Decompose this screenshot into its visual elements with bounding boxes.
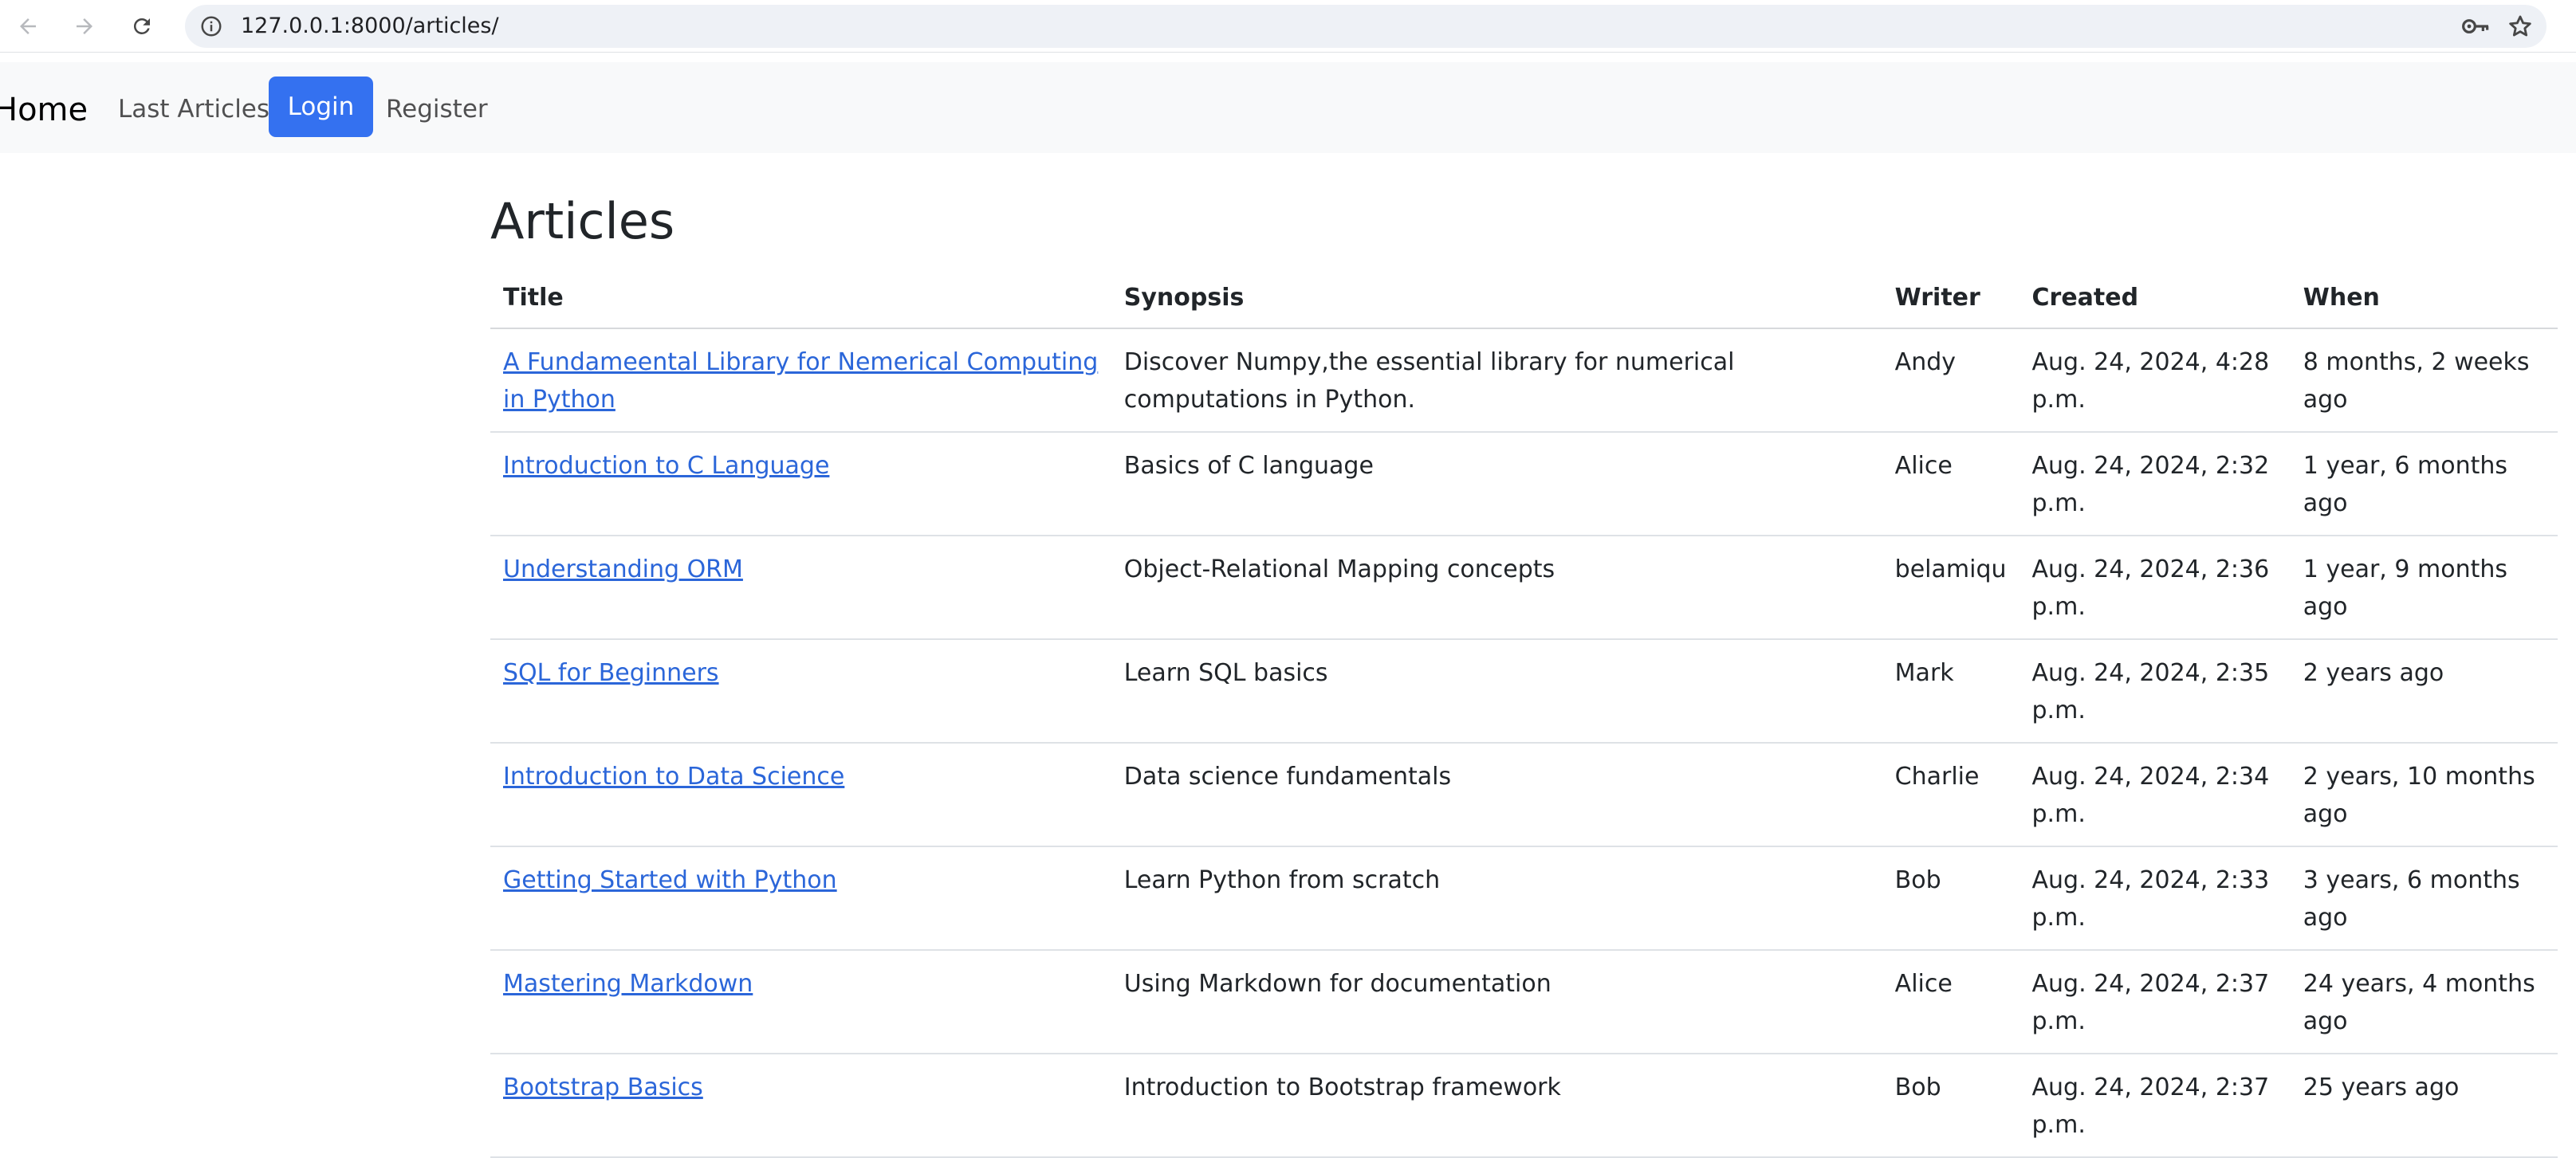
forward-arrow-icon — [77, 18, 92, 34]
cell-when: 8 months, 2 weeks ago — [2290, 328, 2558, 433]
cell-synopsis: Learn Python from scratch — [1111, 846, 1882, 951]
cell-title: Getting Started with Python — [490, 846, 1111, 951]
browser-toolbar: 127.0.0.1:8000/articles/ — [0, 0, 2576, 53]
forward-button[interactable] — [66, 8, 103, 45]
cell-title: Introduction to C Language — [490, 432, 1111, 536]
table-row: Mastering Markdown Using Markdown for do… — [490, 950, 2558, 1054]
articles-table: Title Synopsis Writer Created When A Fun… — [490, 268, 2558, 1158]
cell-synopsis: Basics of C language — [1111, 432, 1882, 536]
header-title: Title — [490, 268, 1111, 329]
nav-register[interactable]: Register — [386, 62, 488, 153]
cell-writer: Alice — [1882, 432, 2020, 536]
site-info-icon[interactable] — [199, 14, 223, 38]
cell-created: Aug. 24, 2024, 2:37 p.m. — [2019, 1054, 2291, 1158]
reload-button[interactable] — [124, 8, 160, 45]
article-link[interactable]: Understanding ORM — [503, 555, 743, 583]
address-bar[interactable]: 127.0.0.1:8000/articles/ — [185, 5, 2547, 48]
articles-table-body: A Fundameental Library for Nemerical Com… — [490, 328, 2558, 1158]
cell-when: 25 years ago — [2290, 1054, 2558, 1158]
cell-when: 1 year, 6 months ago — [2290, 432, 2558, 536]
site-navbar: Home Last Articles Login Register — [0, 62, 2576, 153]
cell-created: Aug. 24, 2024, 2:32 p.m. — [2019, 432, 2291, 536]
article-link[interactable]: Bootstrap Basics — [503, 1074, 703, 1101]
cell-synopsis: Using Markdown for documentation — [1111, 950, 1882, 1054]
cell-created: Aug. 24, 2024, 2:34 p.m. — [2019, 743, 2291, 847]
table-row: Introduction to Data Science Data scienc… — [490, 743, 2558, 847]
cell-synopsis: Learn SQL basics — [1111, 639, 1882, 744]
cell-writer: Mark — [1882, 639, 2020, 744]
article-link[interactable]: Introduction to Data Science — [503, 763, 844, 791]
table-row: A Fundameental Library for Nemerical Com… — [490, 328, 2558, 433]
cell-when: 2 years, 10 months ago — [2290, 743, 2558, 847]
cell-title: Bootstrap Basics — [490, 1054, 1111, 1158]
cell-when: 24 years, 4 months ago — [2290, 950, 2558, 1054]
table-row: Introduction to C Language Basics of C l… — [490, 432, 2558, 536]
nav-last-articles[interactable]: Last Articles — [118, 62, 269, 153]
cell-writer: Andy — [1882, 328, 2020, 433]
brand-home-link[interactable]: Home — [0, 62, 88, 153]
cell-when: 1 year, 9 months ago — [2290, 536, 2558, 640]
table-header-row: Title Synopsis Writer Created When — [490, 268, 2558, 329]
table-row: Understanding ORM Object-Relational Mapp… — [490, 536, 2558, 640]
cell-when: 2 years ago — [2290, 639, 2558, 744]
article-link[interactable]: Mastering Markdown — [503, 970, 753, 998]
cell-synopsis: Discover Numpy,the essential library for… — [1111, 328, 1882, 433]
cell-writer: belamiqu — [1882, 536, 2020, 640]
cell-writer: Charlie — [1882, 743, 2020, 847]
article-link[interactable]: A Fundameental Library for Nemerical Com… — [503, 348, 1098, 414]
cell-writer: Bob — [1882, 1054, 2020, 1158]
article-link[interactable]: Introduction to C Language — [503, 452, 829, 480]
cell-created: Aug. 24, 2024, 2:33 p.m. — [2019, 846, 2291, 951]
cell-synopsis: Introduction to Bootstrap framework — [1111, 1054, 1882, 1158]
header-writer: Writer — [1882, 268, 2020, 329]
header-created: Created — [2019, 268, 2291, 329]
cell-synopsis: Data science fundamentals — [1111, 743, 1882, 847]
table-row: SQL for Beginners Learn SQL basics Mark … — [490, 639, 2558, 744]
password-key-icon[interactable] — [2460, 14, 2491, 39]
article-link[interactable]: SQL for Beginners — [503, 659, 719, 687]
article-link[interactable]: Getting Started with Python — [503, 866, 837, 894]
header-synopsis: Synopsis — [1111, 268, 1882, 329]
cell-synopsis: Object-Relational Mapping concepts — [1111, 536, 1882, 640]
back-arrow-icon — [20, 18, 36, 34]
cell-when: 3 years, 6 months ago — [2290, 846, 2558, 951]
cell-created: Aug. 24, 2024, 4:28 p.m. — [2019, 328, 2291, 433]
cell-writer: Bob — [1882, 846, 2020, 951]
cell-created: Aug. 24, 2024, 2:36 p.m. — [2019, 536, 2291, 640]
cell-title: Introduction to Data Science — [490, 743, 1111, 847]
cell-title: Mastering Markdown — [490, 950, 1111, 1054]
bookmark-star-icon[interactable] — [2507, 13, 2534, 40]
cell-title: Understanding ORM — [490, 536, 1111, 640]
table-row: Bootstrap Basics Introduction to Bootstr… — [490, 1054, 2558, 1158]
cell-created: Aug. 24, 2024, 2:37 p.m. — [2019, 950, 2291, 1054]
page-title: Articles — [490, 192, 675, 250]
table-row: Getting Started with Python Learn Python… — [490, 846, 2558, 951]
cell-title: SQL for Beginners — [490, 639, 1111, 744]
url-text[interactable]: 127.0.0.1:8000/articles/ — [241, 5, 499, 48]
cell-writer: Alice — [1882, 950, 2020, 1054]
nav-login-button[interactable]: Login — [269, 77, 373, 137]
cell-title: A Fundameental Library for Nemerical Com… — [490, 328, 1111, 433]
reload-icon — [133, 18, 150, 34]
cell-created: Aug. 24, 2024, 2:35 p.m. — [2019, 639, 2291, 744]
header-when: When — [2290, 268, 2558, 329]
back-button[interactable] — [10, 8, 46, 45]
